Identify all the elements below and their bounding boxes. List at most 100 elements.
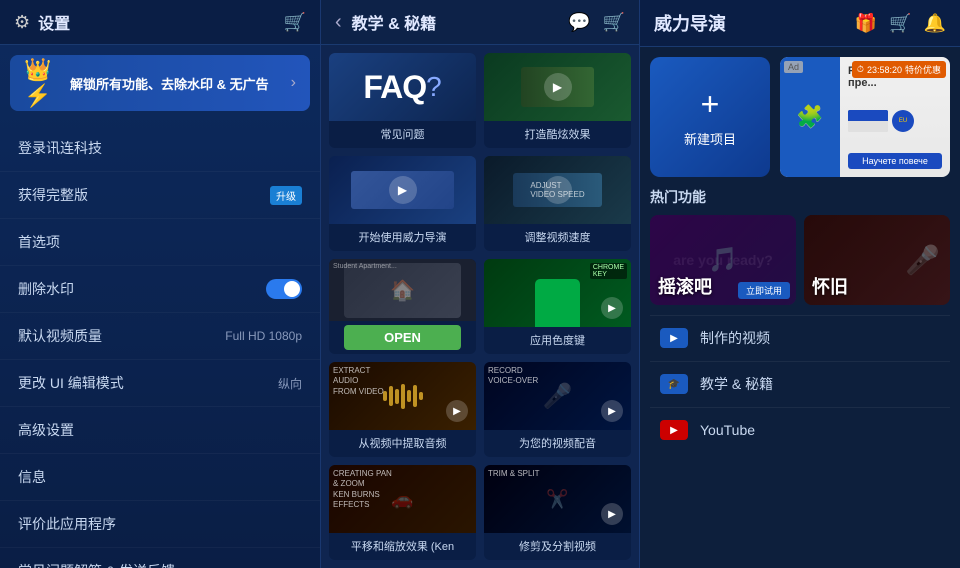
extract-thumbnail: EXTRACTAUDIOFROM VIDEO ▶: [329, 362, 476, 430]
menu-ui-value: 纵向: [278, 375, 302, 392]
grid-item-chroma[interactable]: CHROMEKEY ▶ 应用色度键: [484, 259, 631, 354]
menu-item-full-version[interactable]: 获得完整版 升级: [0, 172, 320, 219]
grid-item-faq[interactable]: FAQ ? 常见问题: [329, 53, 476, 148]
faq-label: 常见问题: [329, 121, 476, 148]
retro-label: 怀旧: [812, 273, 848, 299]
nav-produced-label: 制作的视频: [700, 328, 940, 348]
mid-header-title: 教学 & 秘籍: [352, 10, 568, 34]
promo-arrow-icon: ›: [291, 74, 296, 92]
menu-item-faq[interactable]: 常见问题解答 & 发送反馈: [0, 548, 320, 568]
featured-card-retro[interactable]: 🎤 怀旧: [804, 215, 950, 305]
nav-youtube-label: YouTube: [700, 422, 940, 438]
left-header: ⚙ 设置 🛒: [0, 0, 320, 45]
menu-item-video-quality[interactable]: 默认视频质量 Full HD 1080p: [0, 313, 320, 360]
nav-youtube[interactable]: ▶ YouTube: [650, 407, 950, 452]
chroma-thumbnail: CHROMEKEY ▶: [484, 259, 631, 327]
voiceover-label: 为您的视频配音: [484, 430, 631, 457]
grid-item-start[interactable]: ▶ 开始使用威力导演: [329, 156, 476, 251]
eu-circle: EU: [892, 110, 914, 132]
play-icon-2: ▶: [389, 176, 417, 204]
featured-card-disco[interactable]: are you ready? 🎵 摇滚吧 立即试用: [650, 215, 796, 305]
ad-flag-row: EU: [848, 110, 942, 132]
menu-item-info[interactable]: 信息: [0, 454, 320, 501]
timer-label: 特价优惠: [905, 63, 941, 76]
start-thumbnail: ▶: [329, 156, 476, 224]
grid-item-extract[interactable]: EXTRACTAUDIOFROM VIDEO ▶ 从视频中提取音频: [329, 362, 476, 457]
left-header-title: 设置: [38, 10, 70, 34]
nav-produced[interactable]: ▶ 制作的视频: [650, 315, 950, 360]
pan-thumbnail: CREATING PAN& ZOOMKEN BURNSEFFECTS 🚗: [329, 465, 476, 533]
menu-list: 登录讯连科技 获得完整版 升级 首选项 删除水印 默认视频质量 Full HD …: [0, 121, 320, 568]
play-icon-5: ▶: [446, 400, 468, 422]
tutorial-icon: 🎓: [660, 374, 688, 394]
menu-quality-value: Full HD 1080p: [225, 329, 302, 343]
nav-tutorial-label: 教学 & 秘籍: [700, 374, 940, 394]
right-cart-icon[interactable]: 🛒: [889, 13, 911, 34]
menu-pref-label: 首选项: [18, 232, 302, 252]
timer-icon: ⏱: [857, 64, 864, 75]
tutorial-grid: FAQ ? 常见问题 ▶ 打造酷炫效果 ▶: [321, 45, 639, 568]
tutorial-cap-icon: 🎓: [668, 379, 680, 390]
play-icon-7: ▶: [601, 503, 623, 525]
faq-mark: ?: [426, 71, 442, 103]
puzzle-icon: 🧩: [796, 104, 823, 130]
trim-thumbnail: TRIM & SPLIT ✂️ ▶: [484, 465, 631, 533]
nav-tutorial[interactable]: 🎓 教学 & 秘籍: [650, 361, 950, 406]
menu-full-label: 获得完整版: [18, 185, 262, 205]
grid-item-cool[interactable]: ▶ 打造酷炫效果: [484, 53, 631, 148]
menu-info-label: 信息: [18, 467, 302, 487]
gift-icon[interactable]: 🎁: [855, 13, 877, 34]
trim-label: 修剪及分割视频: [484, 533, 631, 560]
bell-icon[interactable]: 🔔: [924, 13, 946, 34]
produced-icon: ▶: [660, 328, 688, 348]
menu-item-ui-mode[interactable]: 更改 UI 编辑模式 纵向: [0, 360, 320, 407]
mid-panel: ‹ 教学 & 秘籍 💬 🛒 FAQ ? 常见问题 ▶ 打造酷炫效: [320, 0, 640, 568]
promo-icon: 👑⚡: [24, 65, 60, 101]
left-cart-icon[interactable]: 🛒: [284, 12, 306, 33]
promo-banner[interactable]: 👑⚡ 解锁所有功能、去除水印 & 无广告 ›: [10, 55, 310, 111]
voiceover-text: RECORDVOICE-OVER: [488, 366, 538, 387]
ad-badge: Ad: [784, 61, 803, 73]
extract-text: EXTRACTAUDIOFROM VIDEO: [333, 366, 384, 397]
youtube-play-icon: ▶: [670, 425, 678, 436]
new-project-button[interactable]: + 新建项目: [650, 57, 770, 177]
mid-header-icons: 💬 🛒: [568, 12, 625, 33]
menu-item-advanced[interactable]: 高级设置: [0, 407, 320, 454]
try-button[interactable]: 立即试用: [738, 282, 790, 299]
chat-icon[interactable]: 💬: [568, 12, 590, 33]
menu-faq-label: 常见问题解答 & 发送反馈: [18, 561, 302, 568]
top-section: + 新建项目 Ad ⏱ 23:58:20 特价优惠 🧩 Разрешение з…: [650, 57, 950, 177]
grid-item-trim[interactable]: TRIM & SPLIT ✂️ ▶ 修剪及分割视频: [484, 465, 631, 560]
open-button[interactable]: OPEN: [344, 325, 462, 350]
ad-cta-button[interactable]: Научете повече: [848, 153, 942, 169]
disco-label: 摇滚吧: [658, 273, 712, 299]
menu-item-rate[interactable]: 评价此应用程序: [0, 501, 320, 548]
new-project-label: 新建项目: [684, 129, 736, 148]
upgrade-badge: 升级: [270, 186, 302, 205]
trim-text: TRIM & SPLIT: [488, 469, 540, 479]
back-button[interactable]: ‹: [335, 11, 342, 34]
voiceover-content: RECORDVOICE-OVER 🎤 ▶: [484, 362, 631, 430]
menu-item-preferences[interactable]: 首选项: [0, 219, 320, 266]
right-header-title: 威力导演: [654, 10, 855, 36]
menu-item-watermark[interactable]: 删除水印: [0, 266, 320, 313]
menu-item-login[interactable]: 登录讯连科技: [0, 125, 320, 172]
extract-content: EXTRACTAUDIOFROM VIDEO ▶: [329, 362, 476, 430]
video-icon: ▶: [670, 333, 678, 344]
grid-item-pan[interactable]: CREATING PAN& ZOOMKEN BURNSEFFECTS 🚗 平移和…: [329, 465, 476, 560]
grid-item-speed[interactable]: ADJUSTVIDEO SPEED 调整视频速度: [484, 156, 631, 251]
pan-content: CREATING PAN& ZOOMKEN BURNSEFFECTS 🚗: [329, 465, 476, 533]
bulgaria-flag: [848, 110, 888, 132]
mid-header: ‹ 教学 & 秘籍 💬 🛒: [321, 0, 639, 45]
featured-row: are you ready? 🎵 摇滚吧 立即试用 🎤 怀旧: [650, 215, 950, 305]
speed-label: 调整视频速度: [484, 224, 631, 251]
chroma-label-text: 应用色度键: [484, 327, 631, 354]
grid-item-apartment[interactable]: Student Apartment... 🏠 OPEN: [329, 259, 476, 354]
grid-item-voiceover[interactable]: RECORDVOICE-OVER 🎤 ▶ 为您的视频配音: [484, 362, 631, 457]
promo-text: 解锁所有功能、去除水印 & 无广告: [70, 74, 291, 93]
ad-block: Ad ⏱ 23:58:20 特价优惠 🧩 Разрешение за пре..…: [780, 57, 950, 177]
mid-cart-icon[interactable]: 🛒: [603, 12, 625, 33]
pan-label: 平移和缩放效果 (Ken: [329, 533, 476, 560]
crown-icon: 👑⚡: [24, 57, 60, 109]
watermark-toggle[interactable]: [266, 279, 302, 299]
